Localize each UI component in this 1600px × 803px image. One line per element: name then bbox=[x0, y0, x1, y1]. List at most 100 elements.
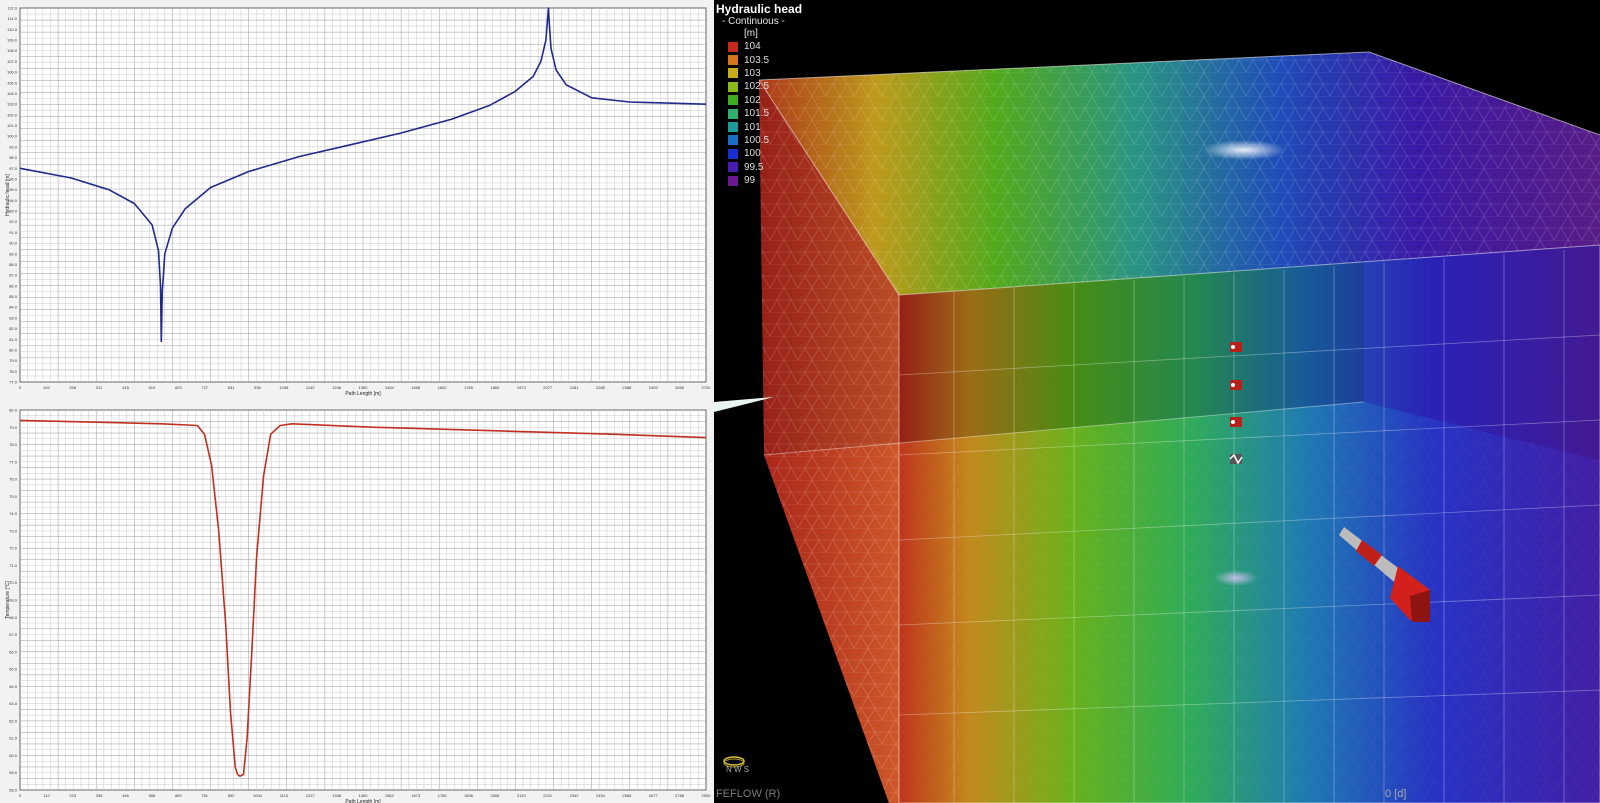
x-tick-label: 1869 bbox=[490, 385, 500, 390]
model-scene[interactable] bbox=[714, 0, 1600, 803]
legend-label: 102 bbox=[744, 94, 761, 106]
x-tick-label: 669 bbox=[175, 793, 182, 798]
legend-title: Hydraulic head bbox=[716, 2, 803, 16]
y-axis-label: Hydraulic head [m] bbox=[5, 174, 11, 216]
legend-swatch bbox=[728, 122, 738, 133]
x-tick-label: 1004 bbox=[253, 793, 263, 798]
y-tick-label: 81.0 bbox=[9, 337, 18, 342]
y-tick-label: 105.0 bbox=[7, 80, 18, 85]
x-tick-label: 2077 bbox=[543, 385, 553, 390]
x-tick-label: 312 bbox=[96, 385, 103, 390]
x-tick-label: 0 bbox=[19, 385, 22, 390]
well-marker[interactable] bbox=[1230, 417, 1242, 427]
legend-label: 103.5 bbox=[744, 54, 770, 66]
x-tick-label: 1450 bbox=[359, 793, 369, 798]
x-tick-label: 1765 bbox=[464, 385, 474, 390]
y-tick-label: 73.0 bbox=[9, 528, 18, 533]
legend-label: 102.5 bbox=[744, 81, 770, 93]
legend-mode: - Continuous - bbox=[722, 16, 785, 27]
y-tick-label: 58.0 bbox=[9, 788, 18, 793]
y-tick-label: 102.0 bbox=[7, 112, 18, 117]
x-tick-label: 2231 bbox=[543, 793, 553, 798]
legend-item: 101 bbox=[716, 120, 802, 133]
legend-item: 99 bbox=[716, 174, 802, 187]
x-tick-label: 1115 bbox=[280, 793, 289, 798]
x-tick-label: 0 bbox=[19, 793, 22, 798]
x-tick-label: 335 bbox=[96, 793, 103, 798]
y-tick-label: 83.0 bbox=[9, 315, 18, 320]
legend-label: 99.5 bbox=[744, 161, 764, 173]
x-tick-label: 2388 bbox=[622, 385, 632, 390]
svg-text:N W S: N W S bbox=[726, 765, 749, 774]
legend-label: 100 bbox=[744, 148, 761, 160]
legend-swatch bbox=[728, 135, 738, 146]
x-tick-label: 223 bbox=[69, 793, 76, 798]
y-tick-label: 90.0 bbox=[9, 241, 18, 246]
x-tick-label: 2119 bbox=[517, 793, 526, 798]
x-tick-label: 781 bbox=[201, 793, 208, 798]
y-tick-label: 86.0 bbox=[9, 283, 18, 288]
x-tick-label: 104 bbox=[43, 385, 50, 390]
x-tick-label: 623 bbox=[175, 385, 182, 390]
y-tick-label: 111.0 bbox=[8, 16, 18, 21]
legend-item: 101.5 bbox=[716, 107, 802, 120]
x-tick-label: 208 bbox=[69, 385, 76, 390]
y-tick-label: 85.0 bbox=[9, 294, 18, 299]
x-tick-label: 2454 bbox=[596, 793, 606, 798]
well-marker[interactable] bbox=[1229, 453, 1243, 465]
legend-item: 100 bbox=[716, 147, 802, 160]
y-tick-label: 64.0 bbox=[9, 684, 18, 689]
y-axis-label: Temperature [°C] bbox=[5, 580, 11, 618]
legend-item: 103.5 bbox=[716, 53, 802, 66]
x-tick-label: 1558 bbox=[411, 385, 421, 390]
legend-label: 103 bbox=[744, 67, 761, 79]
legend-label: 100.5 bbox=[744, 134, 770, 146]
charts-panel: 0 104 208 312 415 519 623 727 831 935 1038 1142 1246… bbox=[0, 0, 714, 803]
x-tick-label: 2181 bbox=[570, 385, 580, 390]
legend-label: 104 bbox=[744, 41, 761, 53]
legend-item: 99.5 bbox=[716, 161, 802, 174]
legend: Hydraulic head - Continuous - [m] 104 103… bbox=[716, 2, 802, 187]
x-tick-label: 831 bbox=[228, 385, 235, 390]
time-label: 0 [d] bbox=[1385, 788, 1407, 800]
legend-item: 103 bbox=[716, 67, 802, 80]
x-tick-label: 1142 bbox=[306, 385, 315, 390]
y-tick-label: 112.0 bbox=[7, 6, 17, 11]
y-tick-label: 89.0 bbox=[9, 251, 18, 256]
legend-item: 102 bbox=[716, 94, 802, 107]
y-tick-label: 62.0 bbox=[9, 718, 18, 723]
charts-svg: 0 104 208 312 415 519 623 727 831 935 1038 1142 1246… bbox=[5, 6, 712, 803]
well-marker[interactable] bbox=[1230, 342, 1242, 352]
legend-label: 101.5 bbox=[744, 108, 770, 120]
x-tick-label: 1973 bbox=[517, 385, 527, 390]
well-marker[interactable] bbox=[1230, 380, 1242, 390]
legend-label: 101 bbox=[744, 121, 761, 133]
y-tick-label: 80.0 bbox=[9, 408, 18, 413]
x-tick-label: 2788 bbox=[675, 793, 685, 798]
y-tick-label: 80.0 bbox=[9, 347, 18, 352]
y-tick-label: 76.0 bbox=[9, 477, 18, 482]
y-tick-label: 75.0 bbox=[9, 494, 18, 499]
well-glow-top bbox=[1202, 140, 1286, 160]
3d-model-view[interactable]: Hydraulic head - Continuous - [m] 104 103… bbox=[714, 0, 1600, 803]
x-tick-label: 1662 bbox=[438, 385, 448, 390]
x-tick-label: 727 bbox=[201, 385, 208, 390]
y-tick-label: 71.0 bbox=[9, 563, 18, 568]
y-tick-label: 78.0 bbox=[9, 442, 18, 447]
x-tick-label: 2677 bbox=[649, 793, 659, 798]
y-tick-label: 99.0 bbox=[9, 144, 18, 149]
y-tick-label: 72.0 bbox=[9, 546, 18, 551]
brand-label: FEFLOW (R) bbox=[716, 788, 781, 800]
y-tick-label: 91.0 bbox=[9, 230, 18, 235]
legend-swatch bbox=[728, 68, 738, 79]
y-tick-label: 100.0 bbox=[7, 134, 18, 139]
x-tick-label: 2700 bbox=[702, 385, 712, 390]
y-tick-label: 66.0 bbox=[9, 649, 18, 654]
y-tick-label: 109.0 bbox=[7, 38, 18, 43]
y-tick-label: 108.0 bbox=[7, 48, 18, 53]
y-tick-label: 84.0 bbox=[9, 305, 18, 310]
legend-swatch bbox=[728, 95, 738, 106]
compass-icon[interactable]: N W S bbox=[718, 752, 750, 774]
y-tick-label: 78.0 bbox=[9, 369, 18, 374]
y-tick-label: 87.0 bbox=[9, 273, 18, 278]
